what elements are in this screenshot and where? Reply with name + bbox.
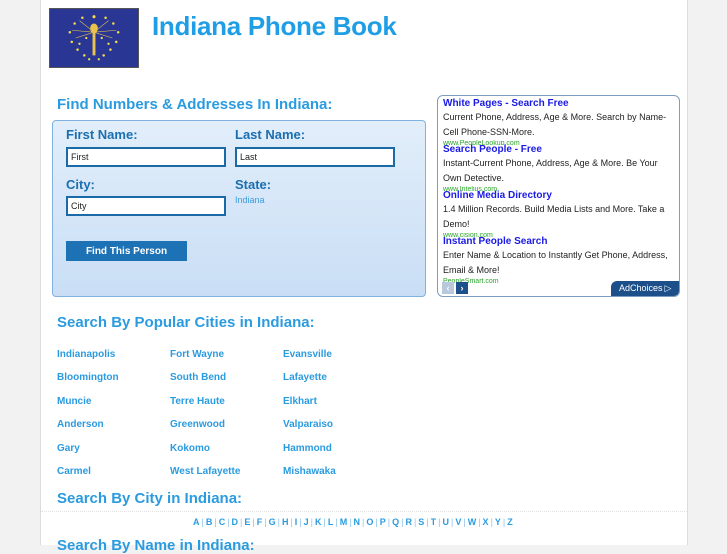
- ad-item[interactable]: White Pages - Search Free Current Phone,…: [443, 97, 675, 145]
- last-name-input[interactable]: [235, 147, 395, 167]
- person-search-form: First Name: Last Name: City: State: Indi…: [52, 120, 426, 297]
- ad-title[interactable]: White Pages - Search Free: [443, 97, 675, 110]
- city-link[interactable]: Anderson: [57, 419, 104, 430]
- last-name-label: Last Name:: [235, 127, 306, 142]
- chevron-right-icon[interactable]: ›: [456, 282, 468, 294]
- ad-item[interactable]: Search People - Free Instant-Current Pho…: [443, 143, 675, 191]
- adchoices-label: AdChoices: [619, 283, 663, 293]
- ad-title[interactable]: Instant People Search: [443, 235, 675, 248]
- letter-link-g[interactable]: G: [269, 517, 276, 527]
- city-link[interactable]: Fort Wayne: [170, 349, 224, 360]
- city-link[interactable]: Hammond: [283, 443, 332, 454]
- letter-link-j[interactable]: J: [304, 517, 309, 527]
- city-label: City:: [66, 177, 95, 192]
- city-link[interactable]: Greenwood: [170, 419, 225, 430]
- city-link[interactable]: West Lafayette: [170, 466, 240, 477]
- ad-item[interactable]: Online Media Directory 1.4 Million Recor…: [443, 189, 675, 237]
- letter-link-r[interactable]: R: [405, 517, 412, 527]
- letter-link-w[interactable]: W: [468, 517, 477, 527]
- search-heading: Find Numbers & Addresses In Indiana:: [57, 96, 333, 113]
- page-container: Indiana Phone Book Find Numbers & Addres…: [40, 0, 688, 554]
- ad-title[interactable]: Search People - Free: [443, 143, 675, 156]
- city-link[interactable]: Carmel: [57, 466, 91, 477]
- city-link[interactable]: Terre Haute: [170, 396, 225, 407]
- site-title[interactable]: Indiana Phone Book: [152, 11, 397, 42]
- ad-panel: White Pages - Search Free Current Phone,…: [437, 95, 680, 297]
- name-search-heading: Search By Name in Indiana:: [57, 537, 255, 554]
- city-search-heading: Search By City in Indiana:: [57, 490, 243, 507]
- letter-link-k[interactable]: K: [315, 517, 322, 527]
- divider: [41, 511, 687, 512]
- city-link[interactable]: Gary: [57, 443, 80, 454]
- adchoices-button[interactable]: AdChoices ▷: [611, 281, 679, 296]
- city-link[interactable]: Muncie: [57, 396, 91, 407]
- ad-text: 1.4 Million Records. Build Media Lists a…: [443, 204, 665, 229]
- state-value: Indiana: [235, 195, 265, 205]
- indiana-flag-icon: [49, 8, 139, 68]
- first-name-input[interactable]: [66, 147, 226, 167]
- city-link[interactable]: Valparaiso: [283, 419, 333, 430]
- ad-title[interactable]: Online Media Directory: [443, 189, 675, 202]
- chevron-left-icon[interactable]: ‹: [442, 282, 454, 294]
- alphabet-index: A | B | C | D | E | F | G | H | I | J | K | L | M | N | O | P | Q | R | S | T |…: [193, 517, 513, 527]
- ad-text: Current Phone, Address, Age & More. Sear…: [443, 112, 667, 137]
- letter-link-p[interactable]: P: [380, 517, 386, 527]
- letter-link-a[interactable]: A: [193, 517, 200, 527]
- first-name-label: First Name:: [66, 127, 138, 142]
- city-link[interactable]: Mishawaka: [283, 466, 336, 477]
- state-label: State:: [235, 177, 272, 192]
- find-person-button[interactable]: Find This Person: [66, 241, 187, 261]
- ad-item[interactable]: Instant People Search Enter Name & Locat…: [443, 235, 675, 283]
- city-link[interactable]: South Bend: [170, 372, 226, 383]
- city-input[interactable]: [66, 196, 226, 216]
- play-triangle-icon: ▷: [664, 283, 672, 293]
- city-link[interactable]: Lafayette: [283, 372, 327, 383]
- ad-text: Instant-Current Phone, Address, Age & Mo…: [443, 158, 658, 183]
- letter-link-z[interactable]: Z: [507, 517, 513, 527]
- letter-link-x[interactable]: X: [483, 517, 489, 527]
- city-link[interactable]: Kokomo: [170, 443, 210, 454]
- ad-text: Enter Name & Location to Instantly Get P…: [443, 250, 668, 275]
- city-link[interactable]: Bloomington: [57, 372, 119, 383]
- city-link[interactable]: Elkhart: [283, 396, 317, 407]
- city-link[interactable]: Indianapolis: [57, 349, 115, 360]
- popular-cities-heading: Search By Popular Cities in Indiana:: [57, 314, 315, 331]
- city-link[interactable]: Evansville: [283, 349, 332, 360]
